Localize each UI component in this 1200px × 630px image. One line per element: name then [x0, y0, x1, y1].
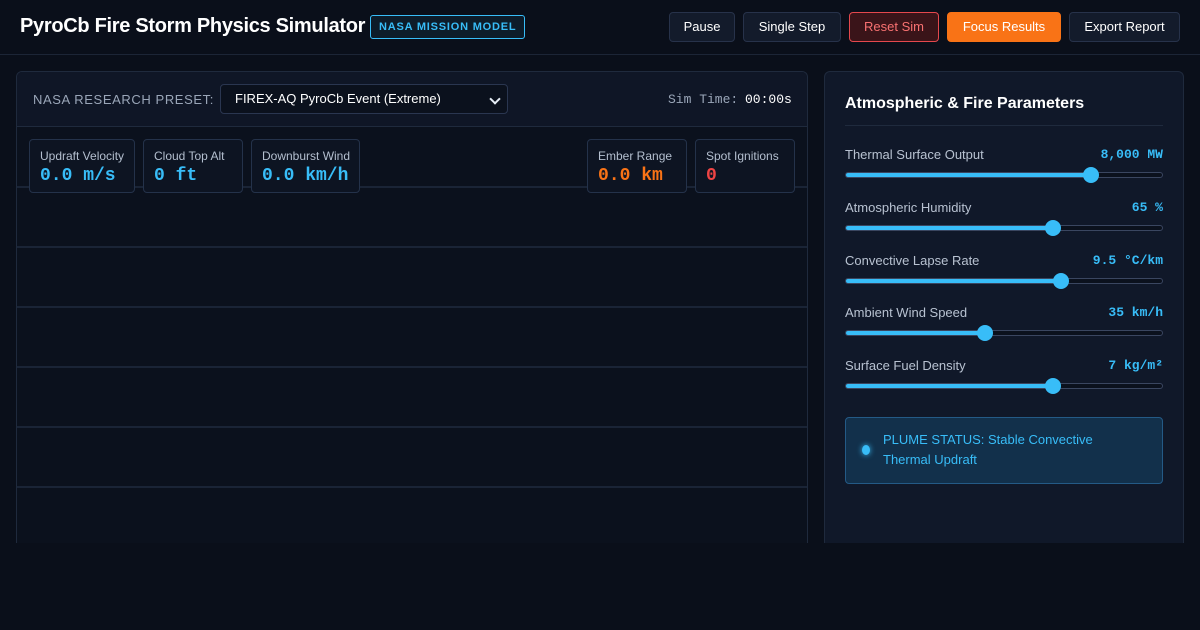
simulation-panel: NASA RESEARCH PRESET: FIREX-AQ PyroCb Ev…: [16, 71, 808, 543]
metric-label: Cloud Top Alt: [154, 149, 225, 163]
grid-line: [17, 486, 807, 488]
param-label: Atmospheric Humidity: [845, 200, 972, 215]
plume-status-text: PLUME STATUS: Stable Convective Thermal …: [883, 432, 1093, 467]
app-title: PyroCb Fire Storm Physics Simulator: [20, 15, 366, 37]
param-label: Convective Lapse Rate: [845, 253, 980, 268]
thermal-output-slider[interactable]: [845, 167, 1163, 183]
param-label: Thermal Surface Output: [845, 147, 984, 162]
metric-updraft-velocity: Updraft Velocity 0.0 m/s: [29, 139, 135, 193]
param-surface-fuel-density: Surface Fuel Density 7 kg/m²: [845, 358, 1163, 398]
humidity-slider[interactable]: [845, 220, 1163, 236]
status-indicator-icon: [862, 445, 870, 455]
top-bar: PyroCb Fire Storm Physics Simulator NASA…: [0, 0, 1200, 55]
metric-label: Ember Range: [598, 149, 673, 163]
grid-line: [17, 366, 807, 368]
metric-label: Downburst Wind: [262, 149, 351, 163]
fuel-density-slider[interactable]: [845, 378, 1163, 394]
grid-line: [17, 426, 807, 428]
grid-line: [17, 246, 807, 248]
param-convective-lapse-rate: Convective Lapse Rate 9.5 °C/km: [845, 253, 1163, 293]
param-ambient-wind-speed: Ambient Wind Speed 35 km/h: [845, 305, 1163, 345]
chevron-down-icon: [489, 93, 501, 105]
metric-value: 0 ft: [154, 166, 198, 186]
param-label: Surface Fuel Density: [845, 358, 966, 373]
metric-value: 0.0 m/s: [40, 166, 116, 186]
slider-thumb[interactable]: [1082, 167, 1099, 183]
metric-ember-range: Ember Range 0.0 km: [587, 139, 687, 193]
sim-time-value: 00:00s: [745, 92, 792, 107]
divider: [845, 125, 1163, 126]
export-report-button[interactable]: Export Report: [1069, 12, 1180, 42]
param-value: 35 km/h: [1108, 305, 1163, 320]
slider-thumb[interactable]: [1052, 273, 1069, 289]
metric-value: 0: [706, 166, 717, 186]
lapse-rate-slider[interactable]: [845, 273, 1163, 289]
slider-fill: [846, 173, 1091, 177]
metric-label: Updraft Velocity: [40, 149, 125, 163]
preset-label: NASA RESEARCH PRESET:: [33, 92, 214, 107]
grid-line: [17, 186, 807, 188]
simulation-toolbar: NASA RESEARCH PRESET: FIREX-AQ PyroCb Ev…: [17, 72, 807, 127]
param-value: 7 kg/m²: [1108, 358, 1163, 373]
param-value: 9.5 °C/km: [1092, 253, 1163, 268]
grid-line: [17, 306, 807, 308]
metric-downburst-wind: Downburst Wind 0.0 km/h: [251, 139, 360, 193]
slider-thumb[interactable]: [1044, 378, 1061, 394]
metric-label: Spot Ignitions: [706, 149, 779, 163]
pause-button[interactable]: Pause: [669, 12, 735, 42]
param-value: 65 %: [1131, 200, 1163, 215]
mission-badge: NASA MISSION MODEL: [370, 15, 526, 39]
single-step-button[interactable]: Single Step: [743, 12, 841, 42]
sim-time-label: Sim Time:: [668, 92, 739, 107]
parameters-panel: Atmospheric & Fire Parameters Thermal Su…: [824, 71, 1184, 543]
focus-results-button[interactable]: Focus Results: [947, 12, 1061, 42]
param-atmospheric-humidity: Atmospheric Humidity 65 %: [845, 200, 1163, 240]
slider-fill: [846, 226, 1053, 230]
slider-thumb[interactable]: [977, 325, 994, 341]
slider-fill: [846, 279, 1061, 283]
param-label: Ambient Wind Speed: [845, 305, 968, 320]
plume-status-box: PLUME STATUS: Stable Convective Thermal …: [845, 417, 1163, 484]
preset-selected-value: FIREX-AQ PyroCb Event (Extreme): [235, 91, 441, 106]
param-thermal-surface-output: Thermal Surface Output 8,000 MW: [845, 147, 1163, 187]
wind-speed-slider[interactable]: [845, 325, 1163, 341]
slider-fill: [846, 331, 986, 335]
param-value: 8,000 MW: [1100, 147, 1163, 162]
metric-value: 0.0 km: [598, 166, 663, 186]
simulation-canvas[interactable]: [17, 127, 807, 543]
slider-thumb[interactable]: [1044, 220, 1061, 236]
metric-value: 0.0 km/h: [262, 166, 349, 186]
reset-sim-button[interactable]: Reset Sim: [849, 12, 939, 42]
parameters-title: Atmospheric & Fire Parameters: [845, 95, 1085, 112]
preset-select[interactable]: FIREX-AQ PyroCb Event (Extreme): [220, 84, 508, 114]
metric-spot-ignitions: Spot Ignitions 0: [695, 139, 795, 193]
metric-cloud-top-alt: Cloud Top Alt 0 ft: [143, 139, 243, 193]
slider-fill: [846, 384, 1053, 388]
